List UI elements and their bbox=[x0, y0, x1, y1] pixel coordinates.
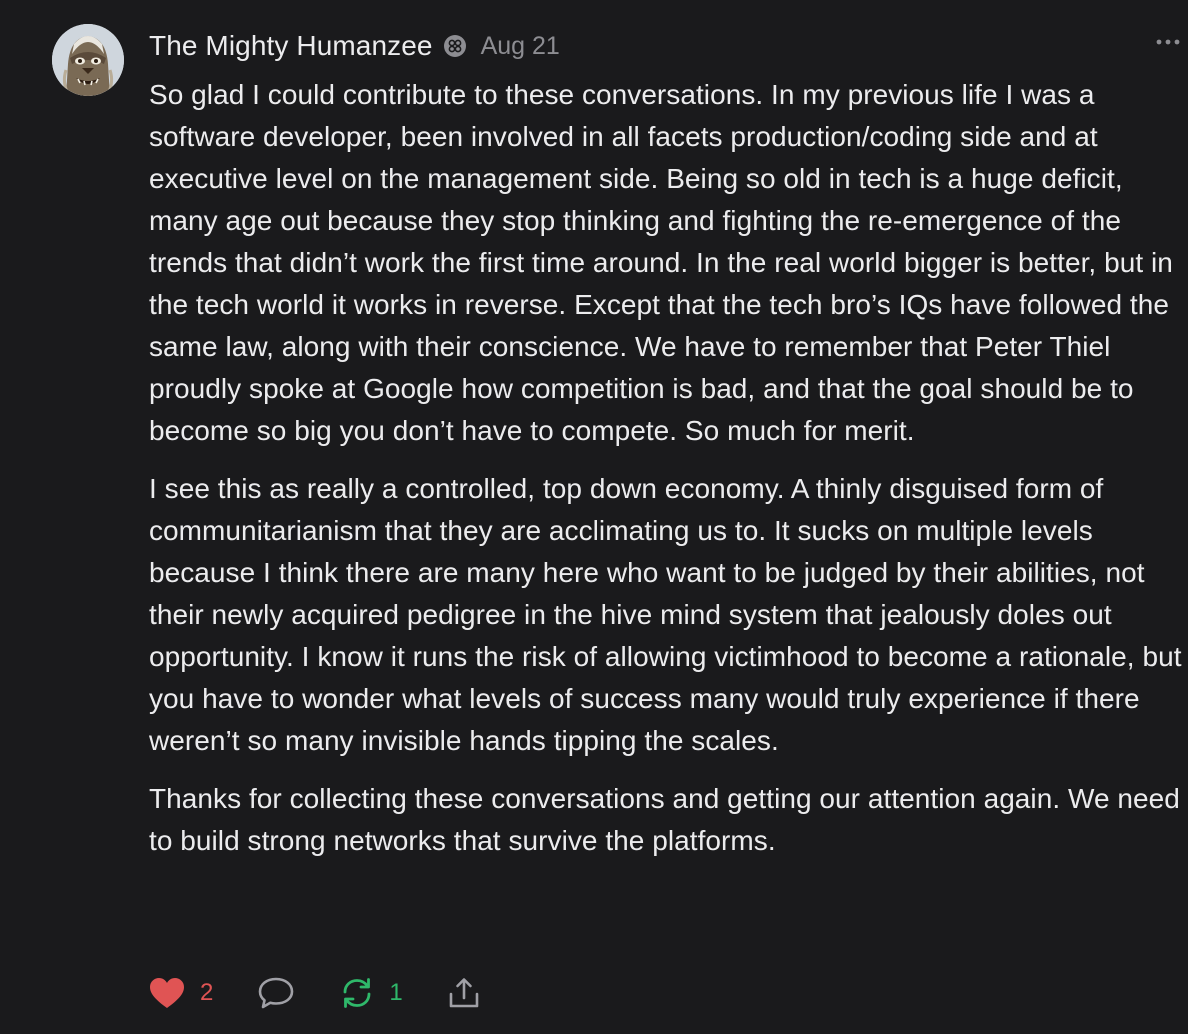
author-name[interactable]: The Mighty Humanzee bbox=[149, 30, 433, 62]
post-paragraph: So glad I could contribute to these conv… bbox=[149, 79, 1173, 446]
share-icon bbox=[447, 976, 481, 1010]
post-date[interactable]: Aug 21 bbox=[481, 32, 560, 61]
like-count: 2 bbox=[200, 979, 214, 1006]
restack-button[interactable]: 1 bbox=[339, 976, 403, 1010]
post-paragraph: Thanks for collecting these conversation… bbox=[149, 783, 1180, 856]
post-paragraph: I see this as really a controlled, top d… bbox=[149, 473, 1182, 756]
restack-icon bbox=[339, 976, 375, 1010]
post-header: The Mighty Humanzee Aug 21 bbox=[149, 26, 560, 66]
avatar-image bbox=[52, 24, 124, 96]
avatar[interactable] bbox=[52, 24, 124, 96]
share-button[interactable] bbox=[447, 976, 481, 1010]
more-options-icon[interactable] bbox=[1154, 32, 1182, 52]
post-actions: 2 1 bbox=[148, 972, 525, 1014]
post-body: So glad I could contribute to these conv… bbox=[149, 74, 1185, 878]
restack-count: 1 bbox=[389, 979, 403, 1006]
heart-icon bbox=[148, 976, 186, 1010]
verified-badge-icon bbox=[443, 34, 467, 58]
post-card: The Mighty Humanzee Aug 21 So glad I cou… bbox=[0, 0, 1188, 1034]
comment-icon bbox=[257, 976, 295, 1010]
like-button[interactable]: 2 bbox=[148, 976, 213, 1010]
reply-button[interactable] bbox=[257, 976, 295, 1010]
